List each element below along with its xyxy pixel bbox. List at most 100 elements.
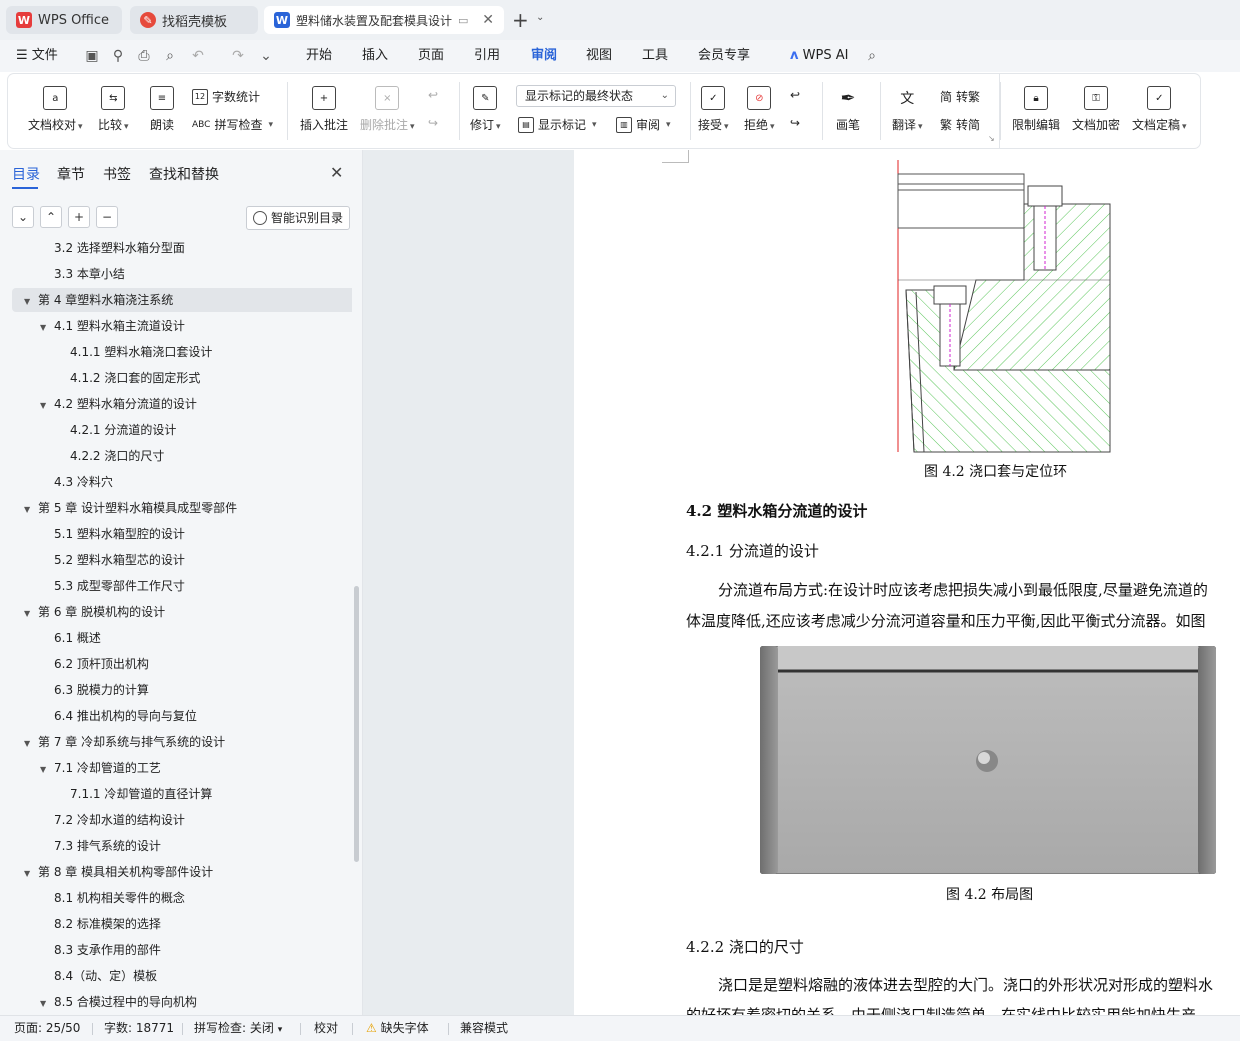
menu-tools[interactable]: 工具 [642, 40, 668, 72]
expand-triangle-icon[interactable]: ▼ [40, 316, 54, 340]
close-tab-icon[interactable]: ✕ [482, 12, 494, 28]
share-icon[interactable]: ⚲ [110, 48, 126, 64]
accept-button[interactable]: ✓ 接受 ▾ [698, 86, 729, 133]
chevron-down-icon[interactable]: ⌄ [258, 48, 274, 64]
toc-item[interactable]: 4.2.1 分流道的设计 [56, 418, 176, 442]
reject-button[interactable]: ⊘ 拒绝 ▾ [744, 86, 775, 133]
menu-wps-ai[interactable]: ᴧ WPS AI [790, 40, 848, 72]
review-pane-button[interactable]: ▥ 审阅 ▾ [616, 116, 671, 133]
expand-triangle-icon[interactable]: ▼ [40, 394, 54, 418]
toc-scrollbar[interactable] [354, 586, 359, 862]
toc-item[interactable]: 6.2 顶杆顶出机构 [40, 652, 149, 676]
menu-review[interactable]: 审阅 [531, 40, 557, 72]
prev-change-button[interactable]: ↩ [790, 88, 800, 102]
toc-item[interactable]: 4.1.1 塑料水箱浇口套设计 [56, 340, 212, 364]
finalize-button[interactable]: ✓ 文档定稿 ▾ [1132, 86, 1187, 133]
toc-item[interactable]: 4.1.2 浇口套的固定形式 [56, 366, 200, 390]
toc-item[interactable]: 8.1 机构相关零件的概念 [40, 886, 185, 910]
toc-item[interactable]: 3.3 本章小结 [40, 262, 125, 286]
undo-icon[interactable]: ↶ [190, 48, 206, 64]
toc-item[interactable]: 4.2.2 浇口的尺寸 [56, 444, 164, 468]
toc-item[interactable]: 7.2 冷却水道的结构设计 [40, 808, 185, 832]
spell-check-status[interactable]: 拼写检查: 关闭 ▾ [194, 1016, 282, 1041]
toc-item[interactable]: 8.2 标准模架的选择 [40, 912, 161, 936]
toc-item[interactable]: 5.3 成型零部件工作尺寸 [40, 574, 185, 598]
toc-item[interactable]: 8.3 支承作用的部件 [40, 938, 161, 962]
word-count[interactable]: 字数: 18771 [104, 1016, 174, 1041]
chevron-down-icon[interactable]: ⌄ [536, 12, 544, 23]
expand-triangle-icon[interactable]: ▼ [24, 732, 38, 756]
revise-button[interactable]: ✎ 修订 ▾ [470, 86, 501, 133]
expand-triangle-icon[interactable]: ▼ [24, 862, 38, 886]
spell-check-button[interactable]: ABC 拼写检查 ▾ [192, 116, 273, 133]
encrypt-button[interactable]: ⚿ 文档加密 [1072, 86, 1120, 133]
prev-comment-button[interactable]: ↩ [428, 88, 438, 102]
toc-item[interactable]: ▼ 8.5 合模过程中的导向机构 [40, 990, 197, 1013]
insert-comment-button[interactable]: + 插入批注 [300, 86, 348, 133]
next-change-button[interactable]: ↪ [790, 116, 800, 130]
markup-state-select[interactable]: 显示标记的最终状态 ⌄ [516, 85, 676, 107]
ribbon-expand-icon[interactable]: ↘ [988, 134, 995, 143]
toc-item[interactable]: 7.1.1 冷却管道的直径计算 [56, 782, 212, 806]
expand-triangle-icon[interactable]: ▼ [24, 498, 38, 522]
toc-item[interactable]: 3.2 选择塑料水箱分型面 [40, 238, 185, 260]
show-markup-button[interactable]: ▤ 显示标记 ▾ [518, 116, 597, 133]
toc-item[interactable]: ▼ 第 6 章 脱模机构的设计 [24, 600, 165, 624]
next-comment-button[interactable]: ↪ [428, 116, 438, 130]
print-preview-icon[interactable]: ⌕ [162, 48, 178, 64]
tab-document[interactable]: W 塑料储水装置及配套模具设计 ▭ ✕ [264, 6, 504, 34]
redo-icon[interactable]: ↷ [230, 48, 246, 64]
expand-all-button[interactable]: ⌄ [12, 206, 34, 228]
toc-item[interactable]: 6.3 脱模力的计算 [40, 678, 149, 702]
trad-to-simp-button[interactable]: 繁转简 [940, 116, 980, 133]
menu-member[interactable]: 会员专享 [698, 40, 750, 72]
toc-item[interactable]: 6.4 推出机构的导向与复位 [40, 704, 197, 728]
translate-button[interactable]: 文 翻译 ▾ [892, 86, 923, 133]
menu-reference[interactable]: 引用 [474, 40, 500, 72]
toc-item[interactable]: ▼ 7.1 冷却管道的工艺 [40, 756, 161, 780]
missing-font-status[interactable]: ⚠ 缺失字体 [366, 1016, 429, 1041]
collapse-all-button[interactable]: ⌃ [40, 206, 62, 228]
toc-item[interactable]: 5.1 塑料水箱型腔的设计 [40, 522, 185, 546]
menu-page[interactable]: 页面 [418, 40, 444, 72]
tab-template[interactable]: ✎ 找稻壳模板 [130, 6, 258, 34]
menu-insert[interactable]: 插入 [362, 40, 388, 72]
toc-item[interactable]: ▼ 4.2 塑料水箱分流道的设计 [40, 392, 197, 416]
add-heading-button[interactable]: + [68, 206, 90, 228]
draw-button[interactable]: ✒ 画笔 [836, 86, 860, 133]
remove-heading-button[interactable]: − [96, 206, 118, 228]
proofread-status[interactable]: 校对 [314, 1016, 338, 1041]
expand-triangle-icon[interactable]: ▼ [24, 290, 38, 314]
toc-item[interactable]: ▼ 4.1 塑料水箱主流道设计 [40, 314, 185, 338]
smart-toc-button[interactable]: 智能识别目录 [246, 206, 350, 230]
menu-file[interactable]: ☰ 文件 [16, 40, 58, 72]
tab-wps-office[interactable]: W WPS Office [6, 6, 122, 34]
nav-tab-toc[interactable]: 目录 [12, 164, 40, 184]
read-aloud-button[interactable]: ≡ 朗读 [150, 86, 174, 133]
new-tab-icon[interactable]: + [512, 8, 529, 32]
toc-item[interactable]: 6.1 概述 [40, 626, 101, 650]
toc-item[interactable]: 5.2 塑料水箱型芯的设计 [40, 548, 185, 572]
nav-tab-bookmarks[interactable]: 书签 [103, 164, 131, 184]
delete-comment-button[interactable]: × 删除批注 ▾ [360, 86, 415, 133]
search-icon[interactable]: ⌕ [864, 48, 880, 64]
word-count-button[interactable]: 12 字数统计 [192, 88, 260, 105]
expand-triangle-icon[interactable]: ▼ [40, 992, 54, 1013]
toc-item[interactable]: ▼ 第 7 章 冷却系统与排气系统的设计 [24, 730, 225, 754]
page-indicator[interactable]: 页面: 25/50 [14, 1016, 80, 1041]
restrict-edit-button[interactable]: 🔒︎ 限制编辑 [1012, 86, 1060, 133]
close-icon[interactable]: ✕ [330, 163, 343, 182]
toc-item[interactable]: 8.4（动、定）模板 [40, 964, 157, 988]
expand-triangle-icon[interactable]: ▼ [24, 602, 38, 626]
toc-item[interactable]: ▼ 第 4 章塑料水箱浇注系统 [12, 288, 352, 312]
menu-view[interactable]: 视图 [586, 40, 612, 72]
simp-to-trad-button[interactable]: 简转繁 [940, 88, 980, 105]
menu-home[interactable]: 开始 [306, 40, 332, 72]
print-icon[interactable]: ⎙ [136, 48, 152, 64]
document-page[interactable]: 图 4.2 浇口套与定位环 4.2 塑料水箱分流道的设计 4.2.1 分流道的设… [574, 150, 1240, 1015]
toc-item[interactable]: 7.3 排气系统的设计 [40, 834, 161, 858]
toc-item[interactable]: ▼ 第 8 章 模具相关机构零部件设计 [24, 860, 213, 884]
nav-tab-sections[interactable]: 章节 [57, 164, 85, 184]
expand-triangle-icon[interactable]: ▼ [40, 758, 54, 782]
toc-item[interactable]: ▼ 第 5 章 设计塑料水箱模具成型零部件 [24, 496, 237, 520]
